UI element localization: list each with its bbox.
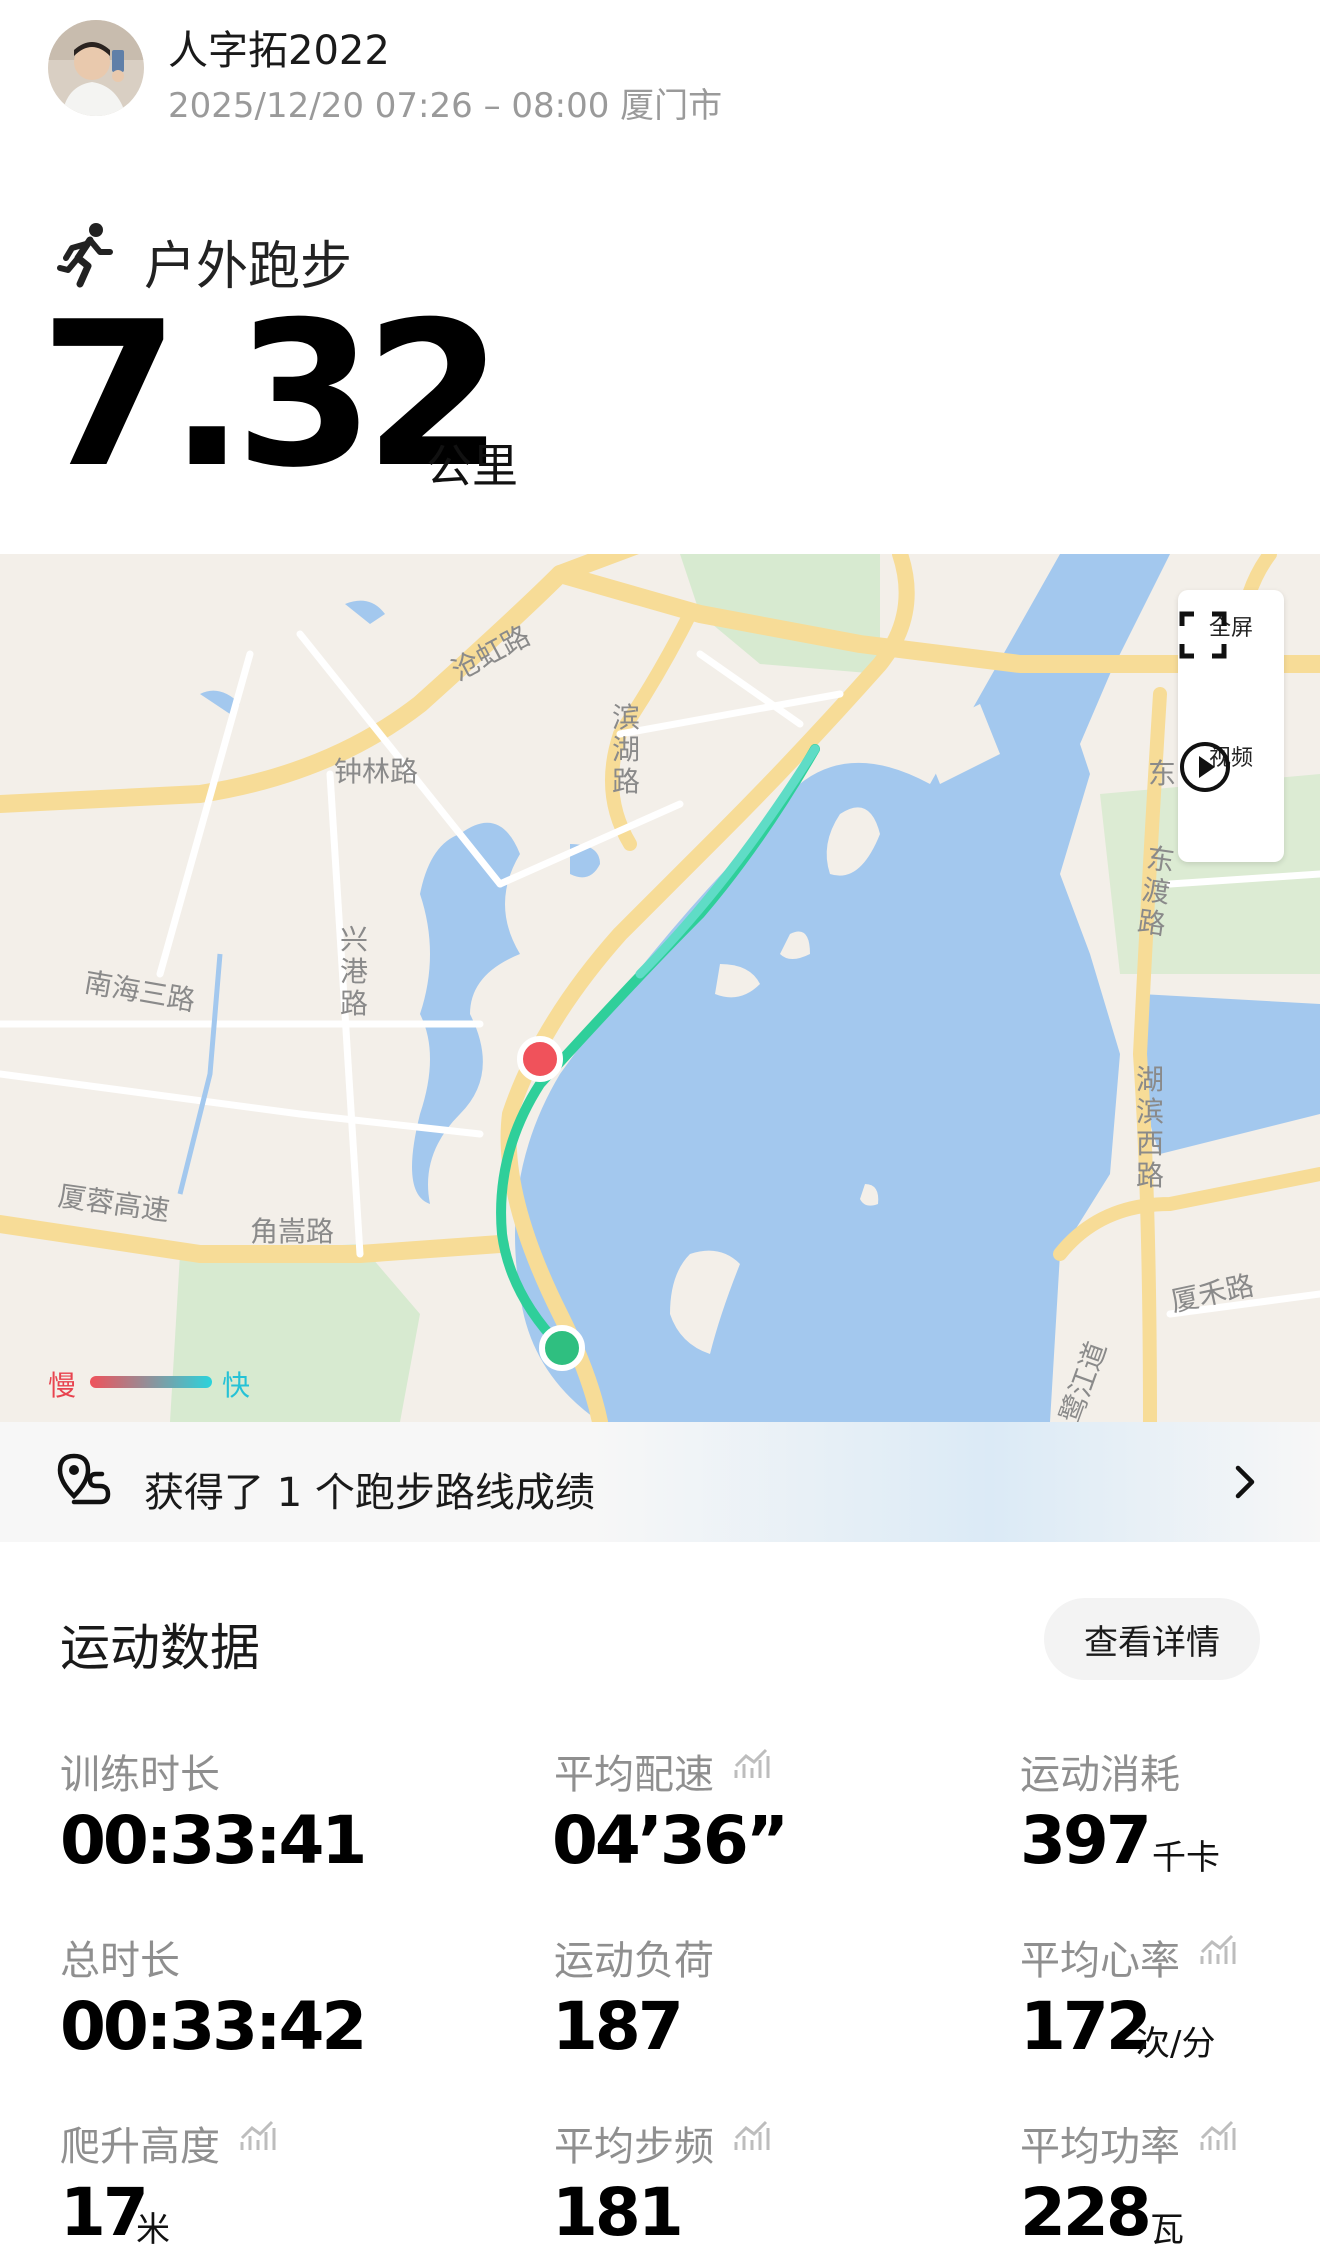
park-area: [170, 1244, 420, 1422]
stat-value: 181: [552, 2174, 684, 2251]
workout-time-location: 2025/12/20 07:26 – 08:00 厦门市: [168, 86, 723, 126]
trend-chart-icon[interactable]: [1198, 2120, 1236, 2154]
play-video-icon: [1180, 742, 1230, 792]
stat-unit: 次/分: [1136, 2024, 1216, 2064]
stat-label: 平均功率: [1020, 2124, 1180, 2170]
stat-value: 04’36”: [552, 1802, 789, 1879]
stat-value: 00:33:41: [60, 1802, 367, 1879]
trend-chart-icon[interactable]: [732, 1748, 770, 1782]
route-pin-icon: [56, 1452, 112, 1512]
route-start-marker: [539, 1325, 585, 1371]
map-label-dong: 东: [1148, 757, 1177, 790]
username[interactable]: 人字拓2022: [168, 18, 390, 76]
view-details-button[interactable]: 查看详情: [1044, 1598, 1260, 1680]
trend-chart-icon[interactable]: [238, 2120, 276, 2154]
stat-value: 187: [552, 1988, 684, 2065]
map-label-hubinxi: 湖滨西路: [1136, 1063, 1165, 1192]
stat-value: 17: [60, 2174, 149, 2251]
avatar[interactable]: [48, 20, 144, 116]
stat-label: 运动消耗: [1020, 1752, 1180, 1798]
route-end-marker: [517, 1036, 563, 1082]
pace-legend-slow: 慢: [48, 1369, 77, 1402]
stat-label: 运动负荷: [554, 1938, 714, 1984]
route-map[interactable]: 沧虹路 钟林路 滨湖路 南海三路 兴港路 厦蓉高速 角嵩路 东 东渡路 湖滨西路…: [0, 554, 1320, 1422]
workout-header: 人字拓2022 2025/12/20 07:26 – 08:00 厦门市: [0, 0, 1320, 140]
section-title: 运动数据: [60, 1619, 260, 1677]
pace-legend-fast: 快: [222, 1369, 251, 1402]
stat-unit: 米: [136, 2210, 170, 2250]
trend-chart-icon[interactable]: [732, 2120, 770, 2154]
map-label-zhonglin: 钟林路: [334, 755, 419, 788]
stat-value: 228: [1020, 2174, 1152, 2251]
stat-label: 总时长: [60, 1938, 180, 1984]
sea-water: [515, 554, 1170, 1422]
fullscreen-button[interactable]: 全屏: [1178, 610, 1284, 659]
stat-unit: 千卡: [1152, 1838, 1220, 1878]
map-label-xinggang: 兴港路: [340, 923, 369, 1020]
stat-value: 397: [1020, 1802, 1152, 1879]
achievement-text: 获得了 1 个跑步路线成绩: [144, 1470, 595, 1516]
map-canvas: [0, 554, 1320, 1422]
stat-unit: 瓦: [1150, 2210, 1184, 2250]
chevron-right-icon: [1232, 1462, 1260, 1502]
route-achievement-banner[interactable]: 获得了 1 个跑步路线成绩: [0, 1422, 1320, 1542]
stat-label: 平均心率: [1020, 1938, 1180, 1984]
stat-label: 平均步频: [554, 2124, 714, 2170]
stat-label: 训练时长: [60, 1752, 220, 1798]
map-label-binhu: 滨湖路: [612, 701, 641, 798]
map-label-jiaosong: 角嵩路: [250, 1215, 335, 1248]
pace-legend-gradient: [90, 1376, 212, 1388]
video-button[interactable]: 视频: [1178, 740, 1284, 792]
stat-label: 爬升高度: [60, 2124, 220, 2170]
stat-label: 平均配速: [554, 1752, 714, 1798]
distance-unit: 公里: [426, 439, 518, 493]
fullscreen-icon: [1179, 611, 1227, 659]
map-controls: 全屏 视频: [1178, 590, 1284, 862]
stat-value: 00:33:42: [60, 1988, 367, 2065]
pond: [345, 600, 385, 624]
trend-chart-icon[interactable]: [1198, 1934, 1236, 1968]
stat-value: 172: [1020, 1988, 1152, 2065]
